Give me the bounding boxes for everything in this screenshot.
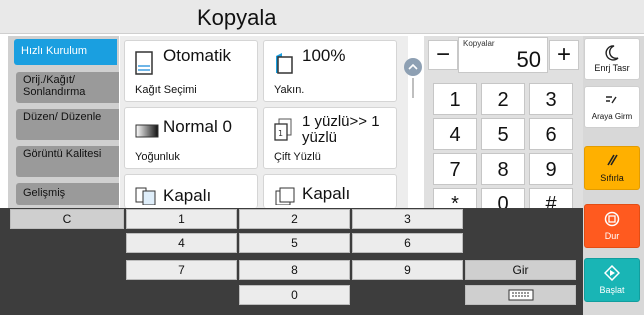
copies-plus-button[interactable]: + — [549, 40, 579, 70]
sidebar-item-layout-edit[interactable]: Düzen/ Düzenle — [16, 109, 119, 140]
keypad-key-8[interactable]: 8 — [481, 153, 525, 185]
copies-field[interactable]: Kopyalar 50 — [458, 37, 548, 73]
stop-label: Dur — [604, 231, 620, 241]
chevron-up-icon — [408, 64, 418, 70]
numeric-input-pad: C 1 2 3 4 5 6 7 8 9 Gir 0 — [0, 208, 583, 315]
duplex-card[interactable]: 1 1 yüzlü>> 1 yüzlü Çift Yüzlü — [263, 107, 397, 169]
zoom-value: 100% — [302, 46, 346, 65]
numpad-key-6[interactable]: 6 — [352, 233, 463, 253]
keypad-key-star[interactable]: * — [433, 188, 477, 208]
keypad-key-1[interactable]: 1 — [433, 83, 477, 115]
start-icon — [585, 264, 639, 286]
energy-saver-button[interactable]: Enrj Tasr — [584, 38, 640, 80]
numpad-clear-button[interactable]: C — [10, 209, 124, 229]
numpad-key-3[interactable]: 3 — [352, 209, 463, 229]
zoom-page-icon — [274, 51, 294, 80]
sidebar: Hızlı Kurulum Orij./Kağıt/ Sonlandırma D… — [8, 36, 119, 208]
zoom-label: Yakın. — [274, 84, 305, 96]
sidebar-item-advanced[interactable]: Gelişmiş — [16, 183, 119, 205]
numpad-key-7[interactable]: 7 — [126, 260, 237, 280]
keypad-key-9[interactable]: 9 — [529, 153, 573, 185]
stop-icon — [585, 211, 639, 232]
numpad-keyboard-button[interactable] — [465, 285, 576, 305]
sidebar-item-label: Düzen/ Düzenle — [23, 111, 102, 123]
duplex-value: 1 yüzlü>> 1 yüzlü — [302, 113, 380, 146]
density-label: Yoğunluk — [135, 151, 180, 163]
keypad-key-7[interactable]: 7 — [433, 153, 477, 185]
sidebar-item-original-paper[interactable]: Orij./Kağıt/ Sonlandırma — [16, 72, 119, 103]
svg-text:1: 1 — [278, 129, 283, 138]
keypad-key-6[interactable]: 6 — [529, 118, 573, 150]
keypad-key-hash[interactable]: # — [529, 188, 573, 208]
duplex-label: Çift Yüzlü — [274, 151, 321, 163]
combine-value: Kapalı — [163, 186, 212, 205]
numpad-key-0[interactable]: 0 — [239, 285, 350, 305]
start-label: Başlat — [599, 285, 625, 295]
sidebar-item-image-quality[interactable]: Görüntü Kalitesi — [16, 146, 119, 177]
title-bar: Kopyala — [0, 0, 644, 34]
scroll-track[interactable] — [412, 78, 414, 98]
reset-label: Sıfırla — [600, 173, 624, 183]
page-title: Kopyala — [197, 5, 277, 30]
interrupt-icon — [585, 93, 639, 112]
paper-tray-icon — [135, 51, 153, 80]
sidebar-item-quick-setup[interactable]: Hızlı Kurulum — [14, 39, 117, 65]
reset-button[interactable]: Sıfırla — [584, 146, 640, 190]
interrupt-button[interactable]: Araya Girm — [584, 86, 640, 128]
paper-selection-value: Otomatik — [163, 46, 232, 65]
density-icon — [135, 124, 159, 143]
reset-icon — [585, 153, 639, 172]
numpad-key-5[interactable]: 5 — [239, 233, 350, 253]
keypad-key-4[interactable]: 4 — [433, 118, 477, 150]
keypad-key-2[interactable]: 2 — [481, 83, 525, 115]
density-value: Normal 0 — [163, 117, 232, 136]
numpad-enter-button[interactable]: Gir — [465, 260, 576, 280]
sidebar-item-label: Hızlı Kurulum — [21, 45, 88, 57]
staple-card[interactable]: Kapalı — [263, 174, 397, 208]
sidebar-item-label: Görüntü Kalitesi — [23, 148, 102, 160]
combine-card[interactable]: Kapalı — [124, 174, 258, 208]
density-card[interactable]: Normal 0 Yoğunluk — [124, 107, 258, 169]
scroll-handle[interactable] — [404, 58, 422, 76]
keypad-key-5[interactable]: 5 — [481, 118, 525, 150]
zoom-card[interactable]: 100% Yakın. — [263, 40, 397, 102]
keypad-key-0[interactable]: 0 — [481, 188, 525, 208]
sidebar-item-label: Gelişmiş — [23, 187, 66, 199]
staple-value: Kapalı — [302, 184, 351, 203]
stop-button[interactable]: Dur — [584, 204, 640, 248]
keypad-key-3[interactable]: 3 — [529, 83, 573, 115]
sidebar-item-label: Orij./Kağıt/ Sonlandırma — [23, 74, 86, 98]
copies-label: Kopyalar — [463, 39, 495, 48]
staple-icon — [274, 187, 296, 208]
copies-minus-button[interactable]: − — [428, 40, 458, 70]
numpad-key-1[interactable]: 1 — [126, 209, 237, 229]
combine-icon — [135, 187, 157, 208]
numpad-key-8[interactable]: 8 — [239, 260, 350, 280]
copies-value: 50 — [516, 47, 541, 72]
energy-saver-label: Enrj Tasr — [594, 63, 630, 73]
interrupt-label: Araya Girm — [591, 112, 633, 121]
start-button[interactable]: Başlat — [584, 258, 640, 302]
numpad-key-4[interactable]: 4 — [126, 233, 237, 253]
numpad-key-9[interactable]: 9 — [352, 260, 463, 280]
numpad-key-2[interactable]: 2 — [239, 209, 350, 229]
paper-selection-label: Kağıt Seçimi — [135, 84, 197, 96]
keyboard-icon — [508, 289, 534, 304]
duplex-icon: 1 — [274, 118, 292, 147]
paper-selection-card[interactable]: Otomatik Kağıt Seçimi — [124, 40, 258, 102]
